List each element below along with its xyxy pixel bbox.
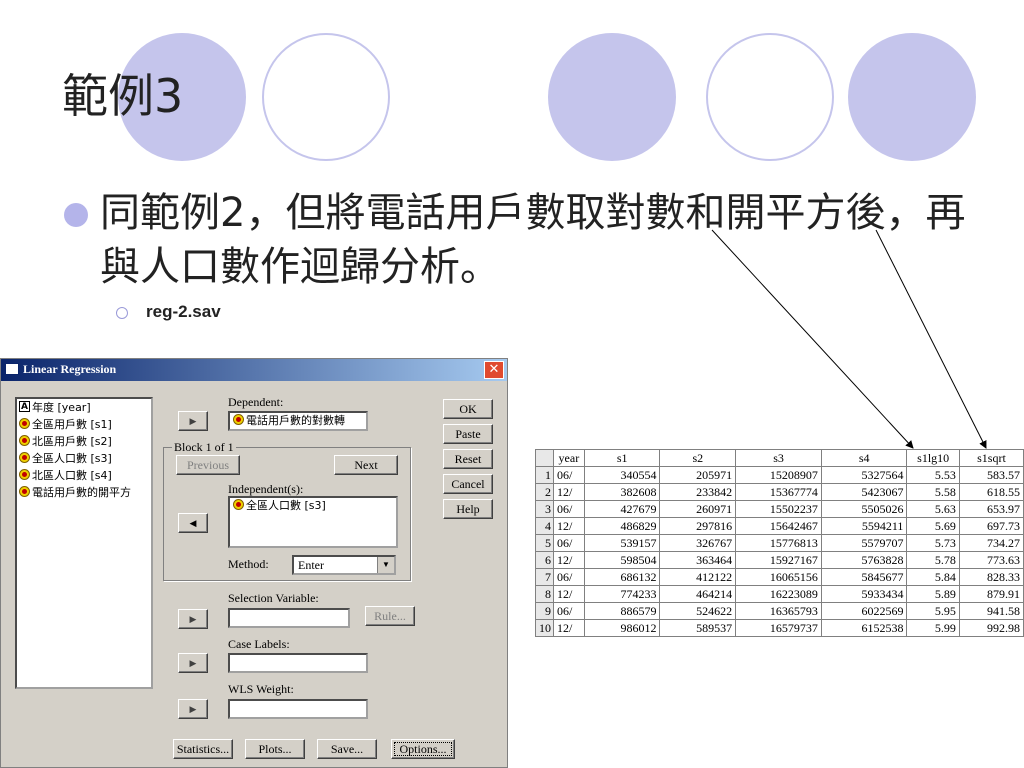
arrow-to-s1lg10: [711, 229, 914, 449]
annotation-arrows: [711, 229, 987, 449]
arrow-to-s1sqrt: [875, 229, 987, 449]
